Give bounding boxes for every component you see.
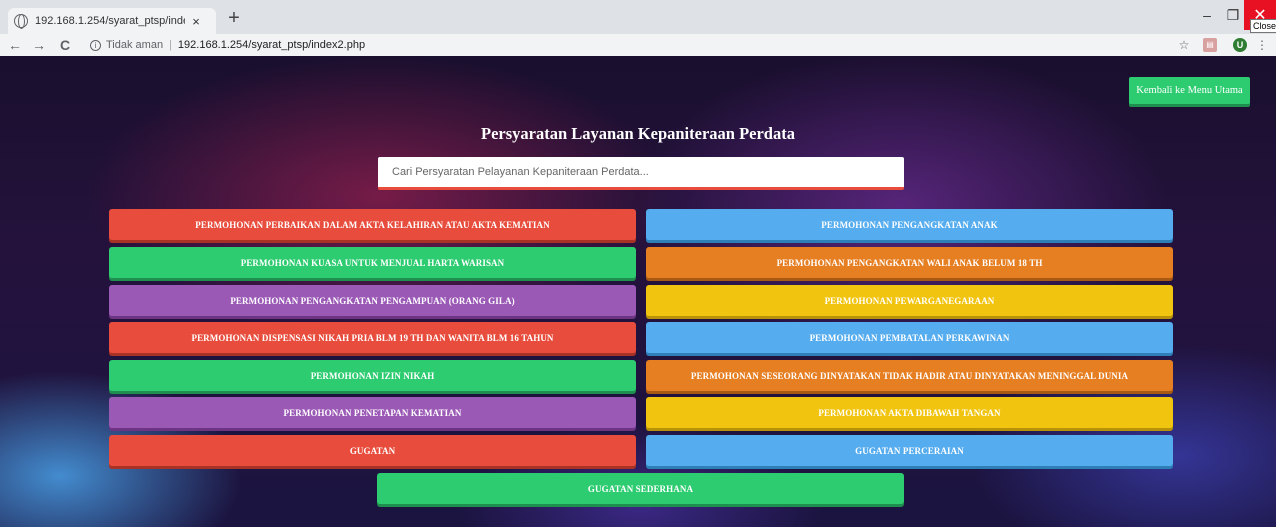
page-title: Persyaratan Layanan Kepaniteraan Perdata — [481, 124, 795, 143]
pdf-extension-icon[interactable]: ▤ — [1203, 38, 1217, 52]
menu-kebab-icon[interactable]: ⋮ — [1255, 38, 1269, 52]
bookmark-star-icon[interactable]: ☆ — [1177, 38, 1191, 52]
category-button-permohonan-perbaikan-dalam-akta-kelahiran-atau-akta-kematian[interactable]: PERMOHONAN PERBAIKAN DALAM AKTA KELAHIRA… — [109, 209, 636, 240]
new-tab-button[interactable]: + — [223, 7, 245, 29]
page-viewport: Kembali ke Menu Utama Persyaratan Layana… — [0, 56, 1276, 527]
close-tooltip: Close — [1250, 19, 1276, 33]
category-button-gugatan-perceraian[interactable]: GUGATAN PERCERAIAN — [646, 435, 1173, 466]
category-button-permohonan-seseorang-dinyatakan-tidak-hadir-atau-dinyatakan-meninggal-dunia[interactable]: PERMOHONAN SESEORANG DINYATAKAN TIDAK HA… — [646, 360, 1173, 391]
profile-avatar[interactable]: U — [1233, 38, 1247, 52]
not-secure-label: Tidak aman — [106, 39, 164, 51]
category-button-permohonan-pengangkatan-anak[interactable]: PERMOHONAN PENGANGKATAN ANAK — [646, 209, 1173, 240]
category-button-permohonan-pembatalan-perkawinan[interactable]: PERMOHONAN PEMBATALAN PERKAWINAN — [646, 322, 1173, 353]
browser-tab[interactable]: 192.168.1.254/syarat_ptsp/index2 × — [8, 8, 216, 34]
category-button-gugatan-sederhana[interactable]: GUGATAN SEDERHANA — [377, 473, 904, 504]
reload-icon[interactable]: C — [56, 36, 74, 54]
category-button-gugatan[interactable]: GUGATAN — [109, 435, 636, 466]
back-arrow-icon[interactable]: ← — [6, 36, 24, 54]
tab-title: 192.168.1.254/syarat_ptsp/index2 — [35, 15, 185, 27]
back-to-main-menu-button[interactable]: Kembali ke Menu Utama — [1129, 77, 1250, 104]
forward-arrow-icon[interactable]: → — [30, 36, 48, 54]
category-button-permohonan-pengangkatan-pengampuan-orang-gila[interactable]: PERMOHONAN PENGANGKATAN PENGAMPUAN (ORAN… — [109, 285, 636, 316]
tab-close-icon[interactable]: × — [189, 14, 203, 29]
globe-icon — [14, 14, 28, 29]
info-icon[interactable]: i — [90, 39, 101, 51]
browser-toolbar: ← → C i Tidak aman | 192.168.1.254/syara… — [0, 34, 1276, 56]
browser-tab-strip: 192.168.1.254/syarat_ptsp/index2 × + – ❐… — [0, 0, 1276, 34]
address-separator: | — [169, 39, 172, 51]
category-button-permohonan-izin-nikah[interactable]: PERMOHONAN IZIN NIKAH — [109, 360, 636, 391]
category-button-permohonan-kuasa-untuk-menjual-harta-warisan[interactable]: PERMOHONAN KUASA UNTUK MENJUAL HARTA WAR… — [109, 247, 636, 278]
search-input[interactable] — [392, 166, 904, 178]
url-text[interactable]: 192.168.1.254/syarat_ptsp/index2.php — [178, 39, 365, 51]
category-button-permohonan-penetapan-kematian[interactable]: PERMOHONAN PENETAPAN KEMATIAN — [109, 397, 636, 428]
address-bar[interactable]: i Tidak aman | 192.168.1.254/syarat_ptsp… — [90, 36, 1170, 54]
category-button-permohonan-akta-dibawah-tangan[interactable]: PERMOHONAN AKTA DIBAWAH TANGAN — [646, 397, 1173, 428]
category-button-permohonan-dispensasi-nikah-pria-blm-19-th-dan-wanita-blm-16-tahun[interactable]: PERMOHONAN DISPENSASI NIKAH PRIA BLM 19 … — [109, 322, 636, 353]
category-button-permohonan-pewarganegaraan[interactable]: PERMOHONAN PEWARGANEGARAAN — [646, 285, 1173, 316]
category-button-permohonan-pengangkatan-wali-anak-belum-18-th[interactable]: PERMOHONAN PENGANGKATAN WALI ANAK BELUM … — [646, 247, 1173, 278]
search-box[interactable] — [378, 157, 904, 190]
